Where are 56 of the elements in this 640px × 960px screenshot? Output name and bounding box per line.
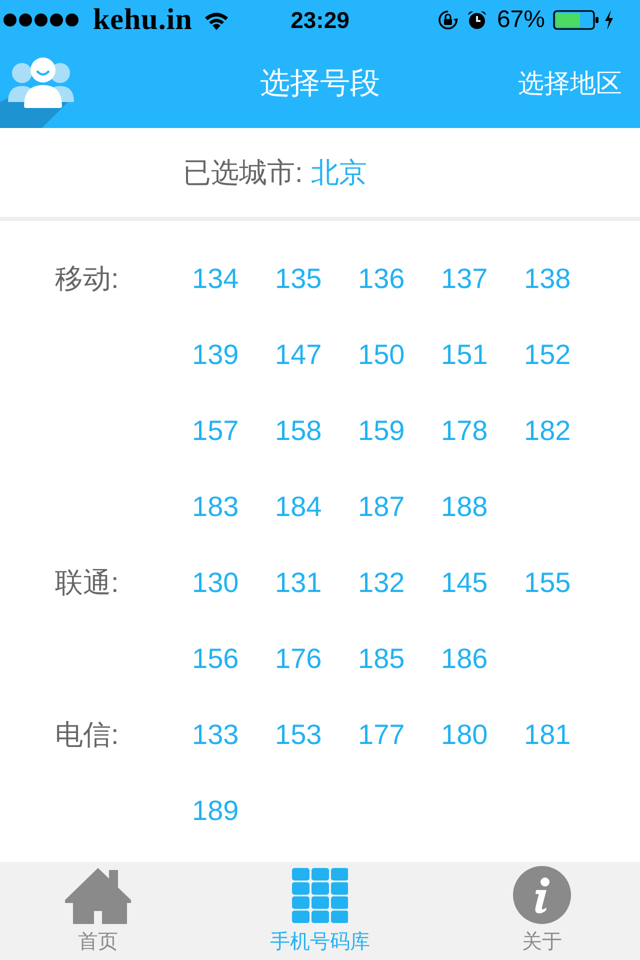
prefix-link[interactable]: 159 [358, 414, 405, 448]
tab-item[interactable]: 关于 [513, 866, 571, 954]
select-region-button[interactable]: 选择地区 [518, 68, 622, 100]
prefix-link[interactable]: 176 [275, 642, 322, 676]
tab-item[interactable]: 手机号码库 [270, 866, 370, 954]
prefix-link[interactable]: 158 [275, 414, 322, 448]
carrier-label: 移动: [55, 262, 119, 296]
prefix-link[interactable]: 131 [275, 566, 322, 600]
selected-city-label: 已选城市: [183, 156, 303, 190]
prefix-link[interactable]: 134 [192, 262, 239, 296]
prefix-link[interactable]: 130 [192, 566, 239, 600]
prefix-link[interactable]: 150 [358, 338, 405, 372]
prefix-link[interactable]: 152 [524, 338, 571, 372]
tab-item[interactable]: 首页 [65, 866, 131, 954]
prefix-link[interactable]: 139 [192, 338, 239, 372]
battery-icon [553, 10, 599, 30]
prefix-link[interactable]: 138 [524, 262, 571, 296]
prefix-link[interactable]: 184 [275, 490, 322, 524]
charging-bolt-icon [604, 10, 614, 30]
prefix-link[interactable]: 187 [358, 490, 405, 524]
prefix-link[interactable]: 188 [441, 490, 488, 524]
prefix-link[interactable]: 145 [441, 566, 488, 600]
prefix-link[interactable]: 181 [524, 718, 571, 752]
prefix-link[interactable]: 185 [358, 642, 405, 676]
prefix-link[interactable]: 183 [192, 490, 239, 524]
signal-dots-icon [3, 13, 79, 27]
grid-icon [292, 868, 348, 923]
prefix-link[interactable]: 135 [275, 262, 322, 296]
prefix-link[interactable]: 189 [192, 794, 239, 828]
status-time: 23:29 [290, 8, 350, 32]
prefix-link[interactable]: 153 [275, 718, 322, 752]
wifi-icon [204, 10, 230, 30]
info-icon [513, 866, 571, 924]
prefix-link[interactable]: 137 [441, 262, 488, 296]
prefix-link[interactable]: 147 [275, 338, 322, 372]
prefix-link[interactable]: 180 [441, 718, 488, 752]
selected-city-value: 北京 [310, 156, 367, 190]
carrier-label: 联通: [55, 566, 119, 600]
carrier-name: kehu.in [93, 5, 192, 35]
prefix-link[interactable]: 156 [192, 642, 239, 676]
prefix-link[interactable]: 182 [524, 414, 571, 448]
prefix-link[interactable]: 177 [358, 718, 405, 752]
prefix-link[interactable]: 151 [441, 338, 488, 372]
rotation-lock-icon [438, 10, 458, 30]
prefix-link[interactable]: 155 [524, 566, 571, 600]
page-title: 选择号段 [260, 66, 380, 102]
prefix-link[interactable]: 136 [358, 262, 405, 296]
alarm-clock-icon [466, 10, 487, 30]
prefix-link[interactable]: 132 [358, 566, 405, 600]
prefix-link[interactable]: 133 [192, 718, 239, 752]
house-icon [65, 868, 131, 924]
prefix-link[interactable]: 186 [441, 642, 488, 676]
prefix-link[interactable]: 178 [441, 414, 488, 448]
prefix-link[interactable]: 157 [192, 414, 239, 448]
carrier-label: 电信: [55, 718, 119, 752]
battery-percent: 67% [496, 8, 545, 32]
